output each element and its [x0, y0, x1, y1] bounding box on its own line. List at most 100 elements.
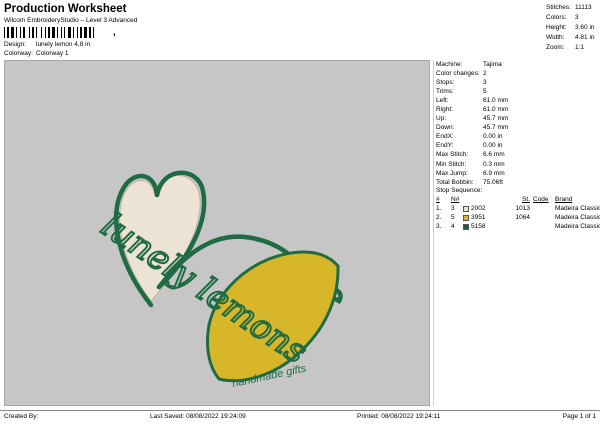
stitch-count: 1013	[515, 205, 530, 212]
machine-row: EndY: 0.00 in	[436, 141, 596, 150]
barcode-bar	[68, 27, 71, 38]
printed-date: Printed: 08/08/2022 19:24:11	[357, 413, 441, 420]
thread-number: 5158	[471, 223, 486, 230]
color-swatch-icon	[463, 223, 469, 230]
stat-stitches: Stitches: 11113	[546, 3, 592, 11]
stat-zoom: Zoom: 1:1	[546, 43, 585, 51]
colorway-row: Colorway: Colorway 1	[4, 50, 69, 57]
design-label: Design:	[4, 41, 27, 48]
stop-number: 5	[451, 214, 455, 221]
stop-table-header: # N# St. Code Brand	[436, 195, 598, 204]
color-swatch-icon	[463, 214, 469, 221]
header-brand: Brand	[555, 196, 573, 203]
machine-row-label: EndX:	[436, 133, 454, 141]
barcode-bar	[80, 27, 82, 38]
footer-divider	[0, 410, 600, 411]
colorway-value: Colorway 1	[36, 50, 69, 57]
machine-row-value: 6.6 mm	[483, 151, 505, 159]
design-preview: lunely lemons handmade gifts	[4, 60, 430, 406]
machine-info: Machine: Tajima Color changes: 2 Stops: 3 Trim…	[436, 60, 596, 187]
stop-row: 3. 4 5158 Madeira Classic 40	[436, 222, 600, 231]
barcode-bar	[52, 27, 55, 38]
barcode-bar	[77, 27, 78, 38]
page-title: Production Worksheet	[4, 3, 127, 15]
barcode-bar	[57, 27, 58, 38]
stat-width: Width: 4.81 in	[546, 33, 595, 41]
embroidery-design: lunely lemons handmade gifts	[93, 170, 343, 390]
last-saved: Last Saved: 08/08/2022 19:24:09	[150, 413, 246, 420]
stop-index: 2.	[436, 214, 442, 221]
barcode-bar	[73, 27, 74, 38]
barcode-bar	[84, 27, 87, 38]
stop-number: 3	[451, 205, 455, 212]
machine-row: Max Jump: 6.9 mm	[436, 169, 596, 178]
machine-row-label: Min Stitch:	[436, 160, 467, 168]
colorway-label: Colorway:	[4, 50, 33, 57]
machine-row-label: Up:	[436, 115, 447, 123]
stop-row: 1. 3 2002 1013 Madeira Classic 40	[436, 204, 600, 213]
thread-brand: Madeira Classic 40	[555, 214, 600, 221]
thread-number: 3951	[471, 214, 486, 221]
machine-row: Left: 61.0 mm	[436, 96, 596, 105]
design-value: lunely lemon 4,8 in	[36, 41, 91, 48]
barcode-bar	[20, 27, 21, 38]
machine-row-label: Max Jump:	[436, 169, 468, 177]
machine-row-label: Trims:	[436, 88, 454, 96]
barcode-bar	[93, 27, 94, 38]
machine-row-label: Left:	[436, 97, 449, 105]
machine-row-value: 61.0 mm	[483, 97, 509, 105]
machine-row-value: 61.0 mm	[483, 106, 509, 114]
machine-row: EndX: 0.00 in	[436, 132, 596, 141]
barcode-bar	[41, 27, 42, 38]
machine-row-value: 2	[483, 70, 487, 78]
color-swatch-icon	[463, 205, 469, 212]
machine-row-value: 45.7 mm	[483, 124, 509, 132]
machine-row-label: Max Stitch:	[436, 151, 469, 159]
stat-height: Height: 3.60 in	[546, 23, 595, 31]
thread-brand: Madeira Classic 40	[555, 223, 600, 230]
barcode-bar	[4, 27, 5, 38]
machine-row-value: 5	[483, 88, 487, 96]
machine-row-value: 0.00 in	[483, 142, 503, 150]
machine-row: Right: 61.0 mm	[436, 105, 596, 114]
machine-row: Down: 45.7 mm	[436, 123, 596, 132]
barcode-bar	[45, 27, 46, 38]
stat-colors: Colors: 3	[546, 13, 579, 21]
stop-rows: 1. 3 2002 1013 Madeira Classic 40 2. 5 3951 1064…	[436, 204, 600, 231]
machine-row-label: Total Bobbin:	[436, 178, 474, 186]
barcode-bar	[11, 27, 14, 38]
barcode-bar	[48, 27, 50, 38]
barcode-bar	[64, 27, 65, 38]
barcode-bar	[23, 27, 25, 38]
barcode-bar	[7, 27, 9, 38]
stop-index: 1.	[436, 205, 442, 212]
header-code: Code	[533, 196, 549, 203]
machine-row-label: EndY:	[436, 142, 454, 150]
machine-row: Color changes: 2	[436, 69, 596, 78]
machine-row: Stops: 3	[436, 78, 596, 87]
machine-row-value: 0.00 in	[483, 133, 503, 141]
barcode-bar	[32, 27, 34, 38]
machine-row: Total Bobbin: 75.06ft	[436, 178, 596, 187]
machine-row: Machine: Tajima	[436, 60, 596, 69]
stop-row: 2. 5 3951 1064 Madeira Classic 40	[436, 213, 600, 222]
panel-divider	[433, 60, 434, 406]
machine-row-value: Tajima	[483, 61, 502, 69]
stop-index: 3.	[436, 223, 442, 230]
barcode-bar	[36, 27, 37, 38]
stop-sequence-table: # N# St. Code Brand 1. 3 2002 1013 Madeira C…	[436, 195, 600, 231]
stats-block: Stitches: 11113 Colors: 3 Height: 3.60 in W…	[546, 2, 600, 52]
machine-row-label: Stops:	[436, 79, 455, 87]
machine-row-value: 0.3 mm	[483, 160, 505, 168]
barcode-bar	[89, 27, 91, 38]
page-number: Page 1 of 1	[562, 413, 596, 420]
machine-row-value: 45.7 mm	[483, 115, 509, 123]
machine-row-label: Machine:	[436, 61, 463, 69]
machine-row: Trims: 5	[436, 87, 596, 96]
barcode-image	[4, 27, 94, 38]
machine-row-value: 6.9 mm	[483, 169, 505, 177]
machine-row-label: Down:	[436, 124, 455, 132]
header-stop: N#	[451, 196, 460, 203]
machine-row-value: 75.06ft	[483, 178, 503, 186]
stop-sequence-label: Stop Sequence:	[436, 187, 483, 194]
